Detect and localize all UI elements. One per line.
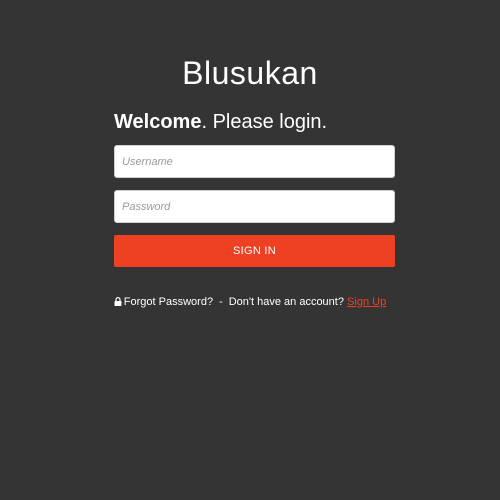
no-account-text: Don't have an account? <box>228 296 344 308</box>
sign-in-button[interactable]: SIGN IN <box>114 235 395 267</box>
forgot-password-link[interactable]: Forgot Password? <box>114 296 213 308</box>
app-title: Blusukan <box>182 55 318 91</box>
welcome-rest-text: . Please login. <box>201 111 328 133</box>
login-page: Blusukan Welcome. Please login. SIGN IN … <box>0 0 500 500</box>
welcome-bold-text: Welcome <box>114 111 202 133</box>
password-input[interactable] <box>114 190 395 223</box>
lock-icon <box>114 297 122 309</box>
footer-separator: - <box>219 296 223 308</box>
login-footer: Forgot Password? - Don't have an account? … <box>0 296 500 309</box>
welcome-heading: Welcome. Please login. <box>114 111 327 134</box>
forgot-password-label: Forgot Password? <box>123 296 214 308</box>
sign-up-link[interactable]: Sign Up <box>347 296 386 308</box>
username-input[interactable] <box>114 145 395 178</box>
